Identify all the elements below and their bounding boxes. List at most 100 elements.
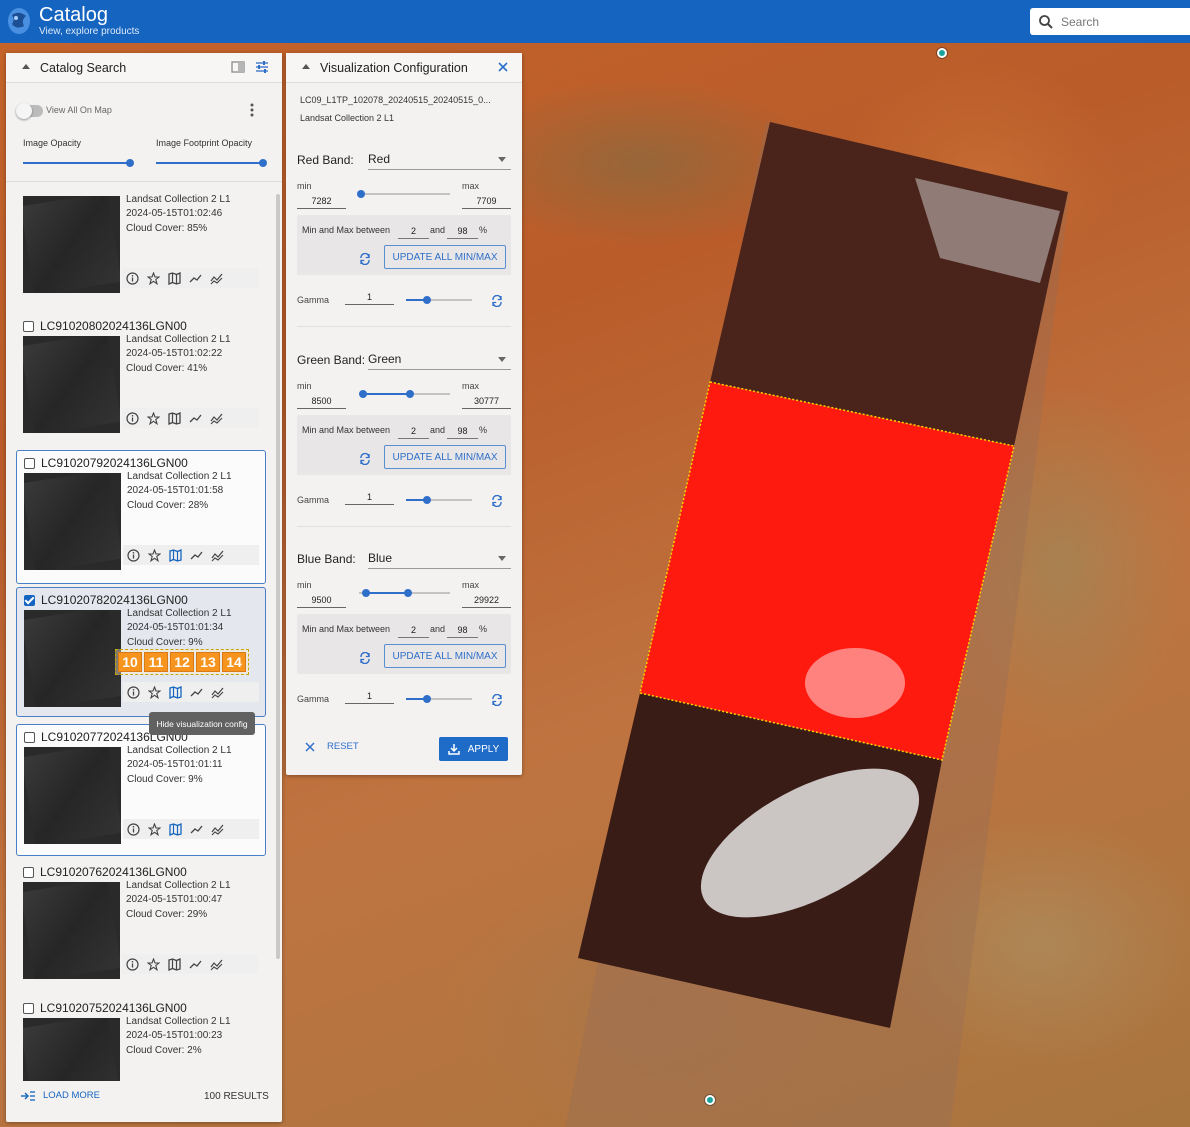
compare-icon[interactable] bbox=[231, 60, 245, 74]
search-box[interactable] bbox=[1030, 8, 1190, 35]
info-icon[interactable] bbox=[123, 821, 144, 837]
update-all-minmax-button[interactable]: UPDATE ALL MIN/MAX bbox=[384, 644, 506, 668]
reset-button[interactable]: RESET bbox=[305, 741, 359, 752]
result-checkbox[interactable] bbox=[24, 595, 35, 606]
filter-sliders-icon[interactable] bbox=[255, 60, 269, 74]
update-all-minmax-button[interactable]: UPDATE ALL MIN/MAX bbox=[384, 245, 506, 269]
high-percentile-field[interactable]: 98 bbox=[447, 623, 478, 638]
reset-range-icon[interactable] bbox=[359, 252, 371, 266]
gamma-field[interactable]: 1 bbox=[345, 289, 394, 305]
reset-range-icon[interactable] bbox=[359, 452, 371, 466]
high-percentile-field[interactable]: 98 bbox=[447, 224, 478, 239]
result-card[interactable]: LC91020762024136LGN00 Landsat Collection… bbox=[16, 860, 266, 985]
map-icon[interactable] bbox=[165, 547, 186, 563]
result-thumbnail[interactable] bbox=[23, 1018, 120, 1081]
min-slider-thumb[interactable] bbox=[359, 390, 367, 398]
info-icon[interactable] bbox=[122, 410, 143, 426]
visualization-chart-icon[interactable] bbox=[207, 684, 228, 700]
result-thumbnail[interactable] bbox=[23, 882, 120, 979]
low-percentile-field[interactable]: 2 bbox=[398, 224, 429, 239]
result-checkbox[interactable] bbox=[23, 321, 34, 332]
gamma-field[interactable]: 1 bbox=[345, 688, 394, 704]
visualization-chart-icon[interactable] bbox=[207, 547, 228, 563]
visualization-chart-icon[interactable] bbox=[207, 821, 228, 837]
band-select[interactable]: Green bbox=[368, 350, 511, 370]
image-opacity-slider[interactable] bbox=[23, 159, 134, 167]
reset-range-icon[interactable] bbox=[359, 651, 371, 665]
collapse-caret-icon[interactable] bbox=[302, 64, 310, 69]
min-slider-thumb[interactable] bbox=[357, 190, 365, 198]
trend-icon[interactable] bbox=[185, 270, 206, 286]
result-thumbnail[interactable] bbox=[24, 473, 121, 570]
update-all-minmax-button[interactable]: UPDATE ALL MIN/MAX bbox=[384, 445, 506, 469]
trend-icon[interactable] bbox=[185, 956, 206, 972]
trend-icon[interactable] bbox=[186, 821, 207, 837]
result-thumbnail[interactable] bbox=[24, 610, 121, 707]
results-scrollbar[interactable] bbox=[276, 194, 280, 959]
gamma-slider-thumb[interactable] bbox=[423, 296, 431, 304]
star-icon[interactable] bbox=[143, 410, 164, 426]
min-value-field[interactable]: 8500 bbox=[297, 393, 346, 409]
min-value-field[interactable]: 7282 bbox=[297, 193, 346, 209]
star-icon[interactable] bbox=[144, 821, 165, 837]
map-icon[interactable] bbox=[164, 410, 185, 426]
max-slider-thumb[interactable] bbox=[404, 589, 412, 597]
trend-icon[interactable] bbox=[186, 684, 207, 700]
result-card[interactable]: LC91020792024136LGN00 Landsat Collection… bbox=[16, 450, 266, 584]
reset-gamma-icon[interactable] bbox=[491, 693, 503, 707]
info-icon[interactable] bbox=[122, 956, 143, 972]
star-icon[interactable] bbox=[144, 547, 165, 563]
map-marker-north[interactable] bbox=[937, 48, 947, 58]
result-thumbnail[interactable] bbox=[23, 196, 120, 293]
apply-button[interactable]: APPLY bbox=[439, 737, 508, 761]
map-icon[interactable] bbox=[165, 684, 186, 700]
trend-icon[interactable] bbox=[185, 410, 206, 426]
result-thumbnail[interactable] bbox=[24, 747, 121, 844]
collapse-caret-icon[interactable] bbox=[22, 64, 30, 69]
map-icon[interactable] bbox=[164, 270, 185, 286]
max-value-field[interactable]: 7709 bbox=[462, 193, 511, 209]
low-percentile-field[interactable]: 2 bbox=[398, 623, 429, 638]
max-value-field[interactable]: 30777 bbox=[462, 393, 511, 409]
result-checkbox[interactable] bbox=[24, 458, 35, 469]
star-icon[interactable] bbox=[143, 270, 164, 286]
trend-icon[interactable] bbox=[186, 547, 207, 563]
max-slider-thumb[interactable] bbox=[406, 390, 414, 398]
result-card[interactable]: LC91020752024136LGN00 Landsat Collection… bbox=[16, 996, 266, 1081]
results-list[interactable]: Landsat Collection 2 L1 2024-05-15T01:02… bbox=[6, 181, 282, 1081]
min-max-slider[interactable] bbox=[359, 193, 450, 195]
gamma-slider-thumb[interactable] bbox=[423, 695, 431, 703]
min-value-field[interactable]: 9500 bbox=[297, 592, 346, 608]
load-more-button[interactable]: LOAD MORE bbox=[21, 1090, 100, 1101]
gamma-field[interactable]: 1 bbox=[345, 489, 394, 505]
star-icon[interactable] bbox=[143, 956, 164, 972]
band-select[interactable]: Red bbox=[368, 150, 511, 170]
result-checkbox[interactable] bbox=[23, 867, 34, 878]
gamma-slider-thumb[interactable] bbox=[423, 496, 431, 504]
result-card[interactable]: LC91020802024136LGN00 Landsat Collection… bbox=[16, 314, 266, 433]
map-icon[interactable] bbox=[165, 821, 186, 837]
band-select[interactable]: Blue bbox=[368, 549, 511, 569]
reset-gamma-icon[interactable] bbox=[491, 494, 503, 508]
star-icon[interactable] bbox=[144, 684, 165, 700]
low-percentile-field[interactable]: 2 bbox=[398, 424, 429, 439]
visualization-chart-icon[interactable] bbox=[206, 410, 227, 426]
result-checkbox[interactable] bbox=[23, 1003, 34, 1014]
view-all-toggle[interactable] bbox=[16, 103, 43, 119]
close-icon[interactable] bbox=[497, 61, 509, 73]
visualization-chart-icon[interactable] bbox=[206, 956, 227, 972]
max-value-field[interactable]: 29922 bbox=[462, 592, 511, 608]
min-slider-thumb[interactable] bbox=[362, 589, 370, 597]
map-icon[interactable] bbox=[164, 956, 185, 972]
footprint-opacity-slider[interactable] bbox=[156, 159, 267, 167]
map-marker-south[interactable] bbox=[705, 1095, 715, 1105]
result-card[interactable]: LC91020772024136LGN00 Landsat Collection… bbox=[16, 724, 266, 856]
result-card[interactable]: Landsat Collection 2 L1 2024-05-15T01:02… bbox=[16, 192, 266, 302]
visualization-chart-icon[interactable] bbox=[206, 270, 227, 286]
info-icon[interactable] bbox=[123, 547, 144, 563]
info-icon[interactable] bbox=[123, 684, 144, 700]
info-icon[interactable] bbox=[122, 270, 143, 286]
more-options-icon[interactable] bbox=[250, 103, 254, 117]
high-percentile-field[interactable]: 98 bbox=[447, 424, 478, 439]
reset-gamma-icon[interactable] bbox=[491, 294, 503, 308]
